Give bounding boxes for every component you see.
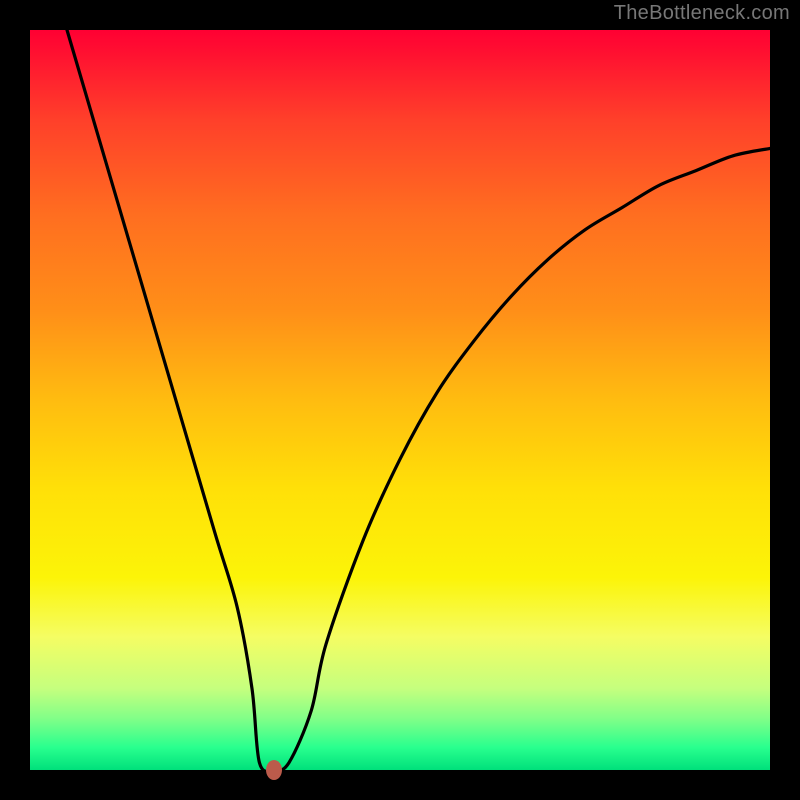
chart-plot-area bbox=[30, 30, 770, 770]
bottleneck-curve bbox=[30, 30, 770, 770]
watermark-text: TheBottleneck.com bbox=[614, 2, 790, 25]
sweet-spot-marker bbox=[266, 760, 282, 780]
